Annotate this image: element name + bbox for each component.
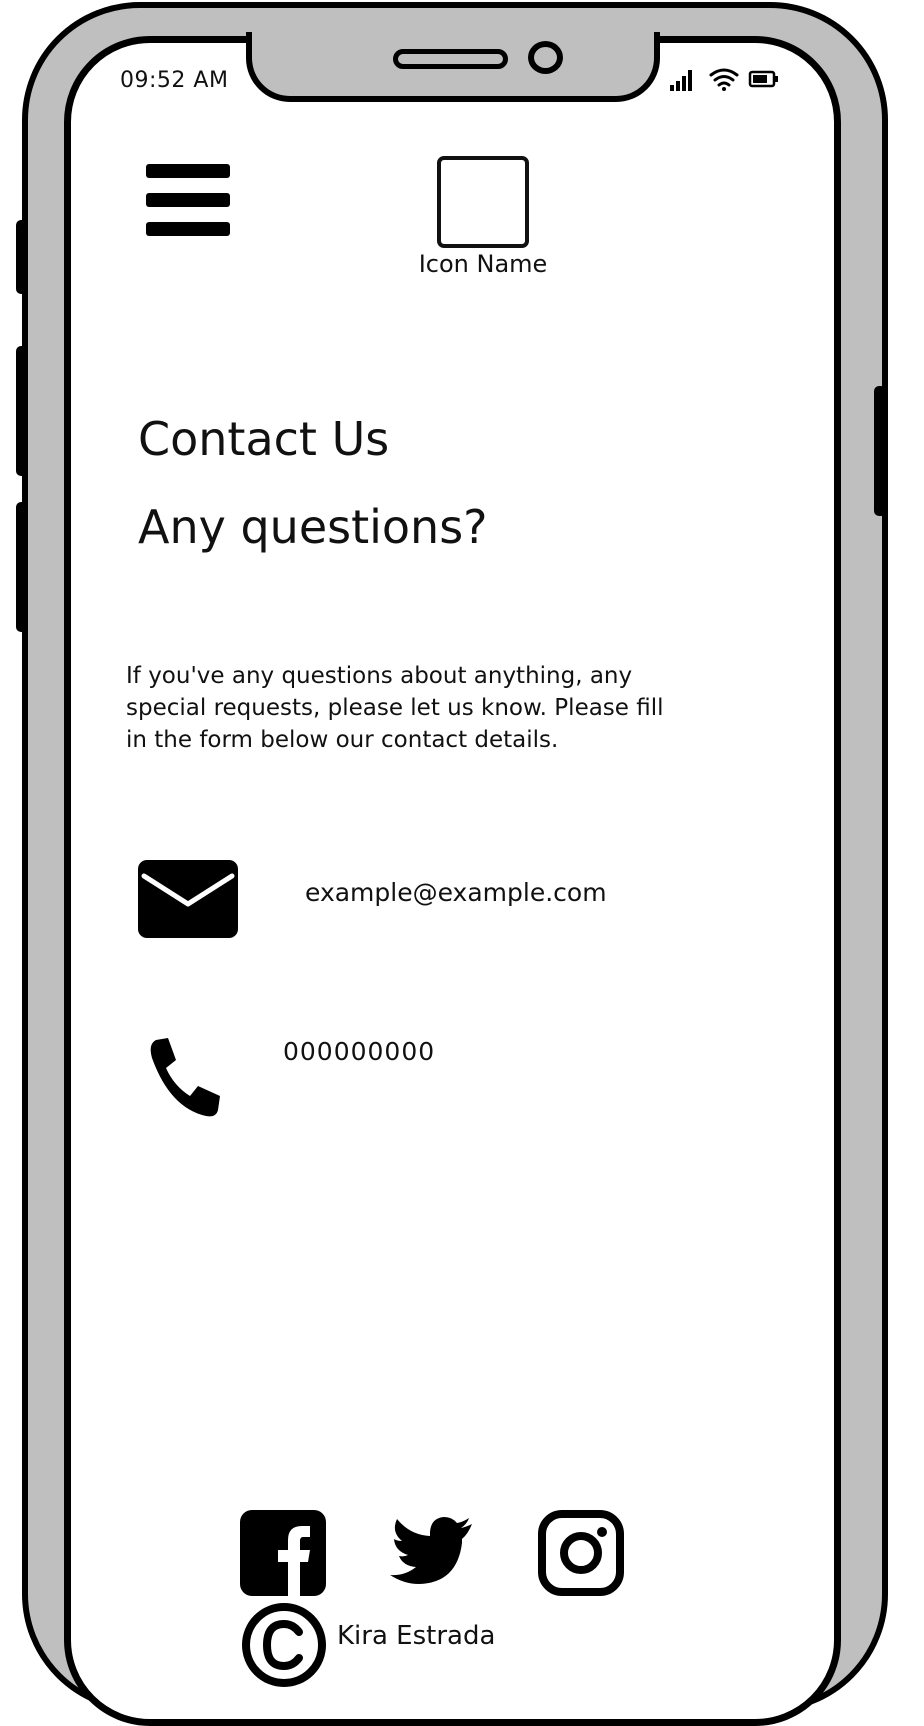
instagram-icon[interactable] (538, 1510, 624, 1596)
page-subtitle: Any questions? (138, 500, 488, 554)
wifi-icon (709, 68, 739, 91)
hamburger-menu-icon[interactable] (146, 164, 230, 236)
facebook-icon[interactable] (240, 1510, 326, 1596)
logo-placeholder-icon[interactable] (437, 156, 529, 248)
footer-credit: Kira Estrada (337, 1621, 496, 1651)
contact-email-link[interactable]: example@example.com (305, 878, 607, 907)
power-button (874, 386, 886, 516)
phone-icon (146, 1036, 230, 1120)
status-icons (668, 64, 780, 94)
mute-switch (16, 220, 28, 294)
speaker-grille (393, 49, 508, 69)
contact-phone-link[interactable]: 000000000 (283, 1037, 435, 1066)
front-camera (528, 41, 563, 74)
page-title: Contact Us (138, 412, 390, 466)
volume-up-button (16, 346, 28, 476)
battery-icon (748, 70, 778, 88)
copyright-icon (241, 1602, 327, 1688)
mail-icon (138, 860, 238, 938)
status-time: 09:52 AM (120, 68, 229, 93)
intro-paragraph: If you've any questions about anything, … (126, 663, 664, 753)
twitter-icon[interactable] (388, 1510, 474, 1596)
logo-label: Icon Name (418, 250, 548, 278)
volume-down-button (16, 502, 28, 632)
signal-icon (670, 70, 692, 91)
